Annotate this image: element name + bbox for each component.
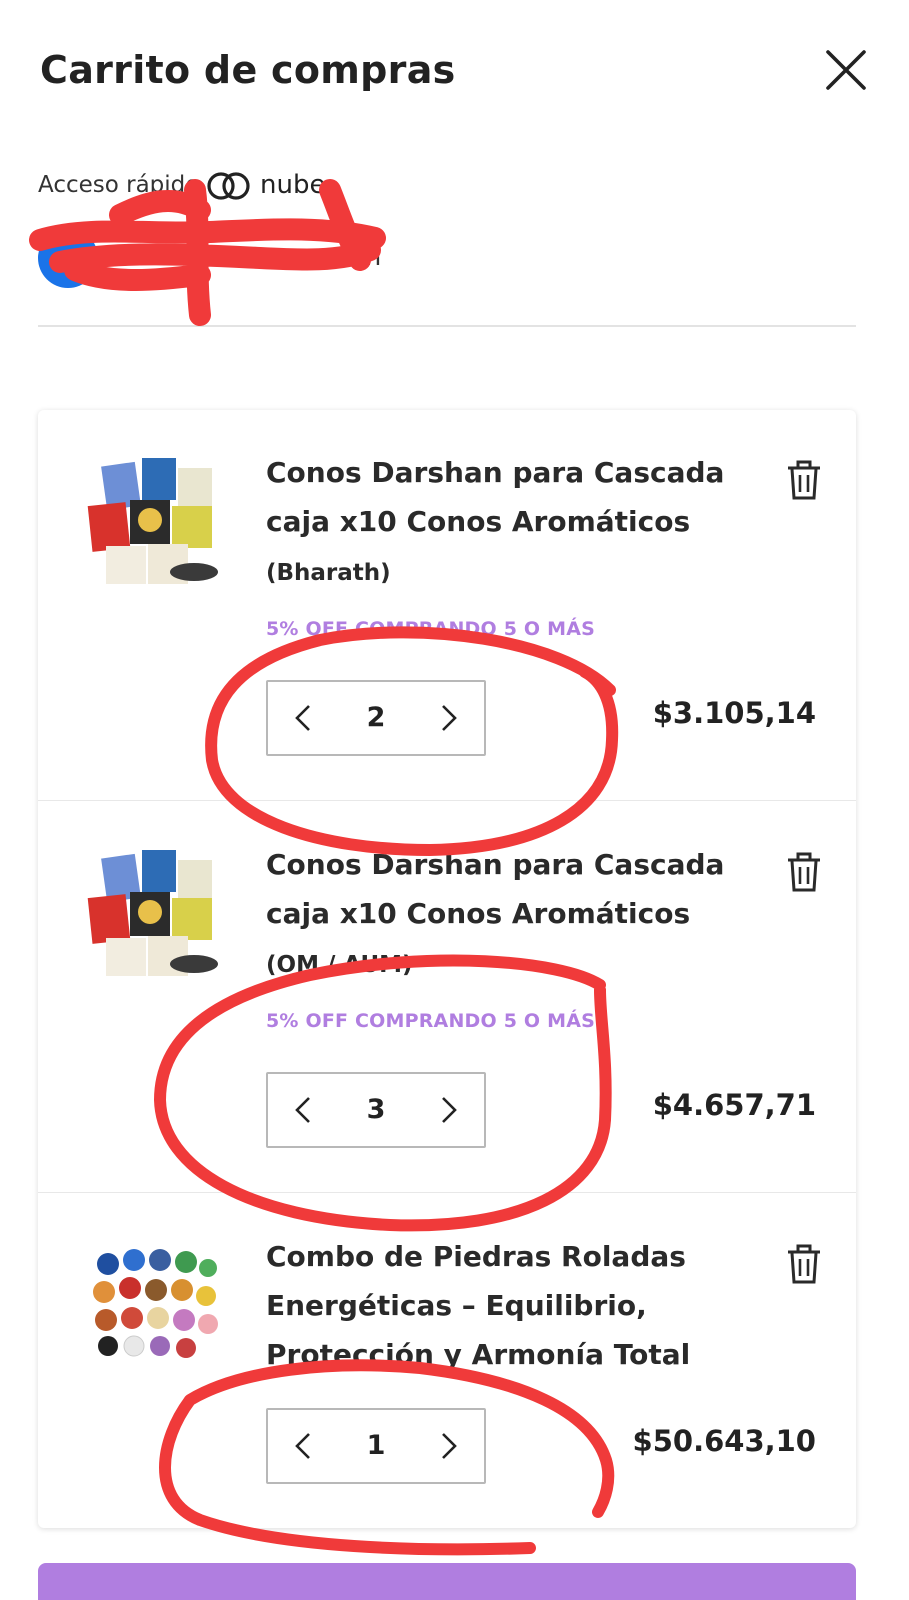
cart-item: Conos Darshan para Cascada caja x10 Cono… [38,410,856,801]
quantity-stepper: 1 [266,1408,486,1484]
quick-access-account-button[interactable]: m [38,228,438,288]
trash-icon [788,852,820,892]
chevron-right-icon [442,1433,457,1459]
account-avatar [38,228,98,288]
chevron-left-icon [295,705,310,731]
cart-title: Carrito de compras [40,48,456,92]
trash-icon [788,1244,820,1284]
account-email: m [356,242,382,272]
product-name-link[interactable]: Conos Darshan para Cascada caja x10 Cono… [266,448,746,598]
item-price: $3.105,14 [652,696,816,730]
quick-access-label: Acceso rápido [38,172,200,198]
increase-quantity-button[interactable] [414,1074,484,1146]
product-name: Conos Darshan para Cascada caja x10 Cono… [266,456,725,538]
promo-label: 5% OFF COMPRANDO 5 O MÁS [266,618,595,640]
chevron-left-icon [295,1433,310,1459]
remove-item-button[interactable] [786,1244,822,1284]
chevron-right-icon [442,705,457,731]
product-name: Conos Darshan para Cascada caja x10 Cono… [266,848,725,930]
nube-brand-text: nube [260,170,326,200]
nube-logo-icon [207,172,250,200]
increase-quantity-button[interactable] [414,682,484,754]
product-variant: (Bharath) [266,560,391,586]
remove-item-button[interactable] [786,460,822,500]
quantity-value: 2 [366,702,386,733]
quantity-stepper: 2 [266,680,486,756]
cart-item: Conos Darshan para Cascada caja x10 Cono… [38,800,856,1193]
product-name-link[interactable]: Conos Darshan para Cascada caja x10 Cono… [266,840,746,990]
close-icon [826,50,866,90]
chevron-right-icon [442,1097,457,1123]
promo-label: 5% OFF COMPRANDO 5 O MÁS [266,1010,595,1032]
section-divider [38,325,856,327]
product-variant: (OM / AUM) [266,952,413,978]
close-button[interactable] [822,46,870,94]
chevron-left-icon [295,1097,310,1123]
decrease-quantity-button[interactable] [268,1410,338,1482]
quantity-value: 3 [366,1094,386,1125]
quantity-stepper: 3 [266,1072,486,1148]
cart-header: Carrito de compras [40,40,870,110]
item-price: $4.657,71 [652,1088,816,1122]
cart-drawer: Carrito de compras Acceso rápido nube m [0,0,909,1600]
product-name: Combo de Piedras Roladas Energéticas – E… [266,1240,691,1371]
decrease-quantity-button[interactable] [268,1074,338,1146]
product-image-tumbled-stones [93,1249,218,1358]
trash-icon [788,460,820,500]
decrease-quantity-button[interactable] [268,682,338,754]
cart-item: Combo de Piedras Roladas Energéticas – E… [38,1192,856,1528]
quantity-value: 1 [366,1430,386,1461]
item-price: $50.643,10 [632,1424,816,1458]
quick-access: Acceso rápido nube m [38,168,858,308]
product-image-incense-boxes [87,850,218,976]
checkout-button-edge[interactable] [38,1563,856,1600]
remove-item-button[interactable] [786,852,822,892]
product-name-link[interactable]: Combo de Piedras Roladas Energéticas – E… [266,1232,746,1379]
cart-items-list: Conos Darshan para Cascada caja x10 Cono… [38,410,856,1528]
product-image-incense-boxes [87,458,218,584]
increase-quantity-button[interactable] [414,1410,484,1482]
